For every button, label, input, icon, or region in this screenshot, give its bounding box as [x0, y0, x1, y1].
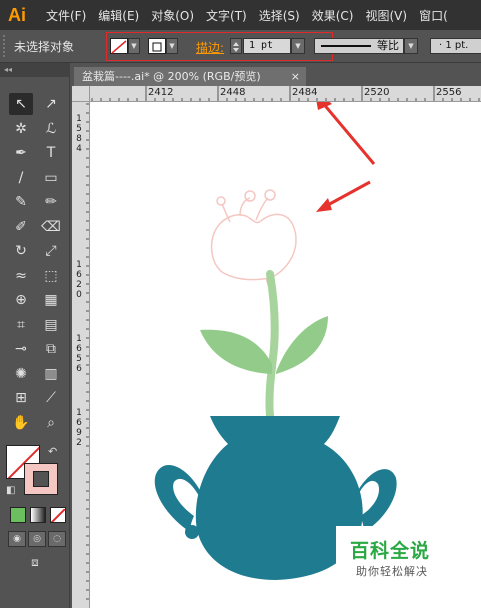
menu-file[interactable]: 文件(F) [46, 7, 86, 24]
tools-panel-header[interactable]: ◂◂ [0, 63, 70, 77]
stroke-label[interactable]: 描边: [196, 39, 224, 56]
h-ruler-label: 2484 [292, 87, 318, 98]
scale-tool[interactable]: ⤢ [39, 240, 63, 262]
perspective-grid-tool[interactable]: ▦ [39, 289, 63, 311]
menu-bar: Ai 文件(F) 编辑(E) 对象(O) 文字(T) 选择(S) 效果(C) 视… [0, 0, 481, 30]
mesh-tool[interactable]: ⌗ [9, 314, 33, 336]
fill-color-swatch[interactable] [110, 38, 128, 54]
ruler-origin[interactable] [72, 86, 90, 102]
menu-object[interactable]: 对象(O) [151, 7, 194, 24]
profile-line-icon [321, 45, 371, 47]
fill-dropdown-button[interactable]: ▼ [128, 38, 140, 54]
h-ruler-label: 2448 [220, 87, 246, 98]
stroke-color-swatch[interactable] [148, 38, 166, 54]
annotation-arrows [316, 102, 376, 212]
line-tool[interactable]: / [9, 167, 33, 189]
blob-brush-tool[interactable]: ✐ [9, 216, 33, 238]
stroke-spinner[interactable] [230, 38, 242, 54]
gradient-tool[interactable]: ▤ [39, 314, 63, 336]
stroke-box[interactable] [24, 463, 58, 495]
close-tab-icon[interactable]: × [291, 67, 300, 86]
column-graph-tool[interactable]: ▥ [39, 363, 63, 385]
color-mode-button[interactable] [10, 507, 26, 523]
pen-tool[interactable]: ✒ [9, 142, 33, 164]
default-colors-icon[interactable]: ◧ [6, 485, 15, 496]
pencil-tool[interactable]: ✏ [39, 191, 63, 213]
stroke-square-icon [152, 42, 162, 52]
swap-fill-stroke-icon[interactable]: ↶ [48, 445, 57, 458]
draw-normal-button[interactable]: ◉ [8, 531, 26, 547]
arrow-to-flower [325, 180, 371, 208]
v-ruler-label: 1692 [76, 408, 82, 448]
menu-view[interactable]: 视图(V) [365, 7, 407, 24]
watermark-logo: 百科全说 助你轻松解决 [336, 526, 448, 584]
left-leaf[interactable] [200, 329, 272, 374]
spinner-arrows-icon [233, 42, 239, 52]
hand-tool[interactable]: ✋ [9, 412, 33, 434]
flower-head-outline[interactable] [210, 189, 297, 297]
none-mode-button[interactable] [50, 507, 66, 523]
none-icon [51, 508, 65, 522]
direct-selection-tool[interactable]: ↗ [39, 93, 63, 115]
menu-select[interactable]: 选择(S) [259, 7, 300, 24]
gradient-mode-button[interactable] [30, 507, 46, 523]
vertical-ruler[interactable]: 1584 1620 1656 1692 [72, 102, 90, 608]
horizontal-ruler[interactable]: 2412 2448 2484 2520 2556 [90, 86, 481, 102]
draw-behind-button[interactable]: ◎ [28, 531, 46, 547]
eyedropper-tool[interactable]: ⊸ [9, 338, 33, 360]
tools-panel: ◂◂ ↖ ↗ ✲ ℒ ✒ T / ▭ ✎ ✏ ✐ ⌫ ↻ ⤢ ≈ ⬚ ⊕ ▦ ⌗ ▤ ⊸ ⧉ ✺ ▥ ⊞ ⟋ ✋ ⌕ ↶ ◧ ◉ ◎ … [0, 63, 70, 608]
none-fill-icon [111, 40, 127, 54]
stroke-weight-dropdown[interactable]: ▼ [291, 38, 305, 54]
document-tab[interactable]: 盆栽篇----.ai* @ 200% (RGB/预览) × [74, 67, 306, 86]
h-ruler-label: 2520 [364, 87, 390, 98]
arrow-head-icon [316, 198, 332, 212]
menu-window[interactable]: 窗口( [419, 7, 448, 24]
paintbrush-tool[interactable]: ✎ [9, 191, 33, 213]
artboard-tool[interactable]: ⊞ [9, 387, 33, 409]
watermark-title: 百科全说 [350, 540, 431, 562]
rotate-tool[interactable]: ↻ [9, 240, 33, 262]
watermark-subtitle: 助你轻松解决 [356, 565, 428, 578]
variable-width-profile[interactable]: 等比 [314, 38, 404, 54]
rectangle-tool[interactable]: ▭ [39, 167, 63, 189]
warp-tool[interactable]: ≈ [9, 265, 33, 287]
arrow-to-ruler [320, 102, 376, 165]
draw-inside-button[interactable]: ◌ [48, 531, 66, 547]
menu-type[interactable]: 文字(T) [206, 7, 247, 24]
v-ruler-label: 1584 [76, 114, 82, 154]
brush-width-field[interactable]: · 1 pt. [430, 38, 481, 54]
v-ruler-label: 1620 [76, 260, 82, 300]
eraser-tool[interactable]: ⌫ [39, 216, 63, 238]
free-transform-tool[interactable]: ⬚ [39, 265, 63, 287]
h-ruler-label: 2556 [436, 87, 462, 98]
app-logo: Ai [8, 4, 26, 25]
symbol-sprayer-tool[interactable]: ✺ [9, 363, 33, 385]
lasso-tool[interactable]: ℒ [39, 118, 63, 140]
menu-edit[interactable]: 编辑(E) [98, 7, 139, 24]
stroke-box-hole [33, 471, 49, 487]
screen-mode-button[interactable]: ⧈ [24, 555, 46, 571]
blend-tool[interactable]: ⧉ [39, 338, 63, 360]
shape-builder-tool[interactable]: ⊕ [9, 289, 33, 311]
panel-grip[interactable] [3, 35, 9, 57]
menu-effect[interactable]: 效果(C) [312, 7, 354, 24]
zoom-tool[interactable]: ⌕ [39, 412, 63, 434]
type-tool[interactable]: T [39, 142, 63, 164]
stroke-weight-input[interactable]: 1 pt [243, 38, 291, 54]
slice-tool[interactable]: ⟋ [39, 387, 63, 409]
v-ruler-label: 1656 [76, 334, 82, 374]
stroke-dropdown-button[interactable]: ▼ [166, 38, 178, 54]
control-bar: 未选择对象 ▼ ▼ 描边: 1 pt ▼ 等比 ▼ · 1 pt. [0, 30, 481, 63]
selection-status: 未选择对象 [14, 39, 75, 54]
flower-stem[interactable] [265, 270, 279, 420]
selection-tool[interactable]: ↖ [9, 93, 33, 115]
illustrator-window: Ai 文件(F) 编辑(E) 对象(O) 文字(T) 选择(S) 效果(C) 视… [0, 0, 481, 608]
h-ruler-label: 2412 [148, 87, 174, 98]
right-leaf[interactable] [276, 316, 328, 374]
profile-dropdown[interactable]: ▼ [404, 38, 418, 54]
document-title: 盆栽篇----.ai* @ 200% (RGB/预览) [82, 70, 261, 83]
magic-wand-tool[interactable]: ✲ [9, 118, 33, 140]
profile-label: 等比 [377, 39, 399, 52]
